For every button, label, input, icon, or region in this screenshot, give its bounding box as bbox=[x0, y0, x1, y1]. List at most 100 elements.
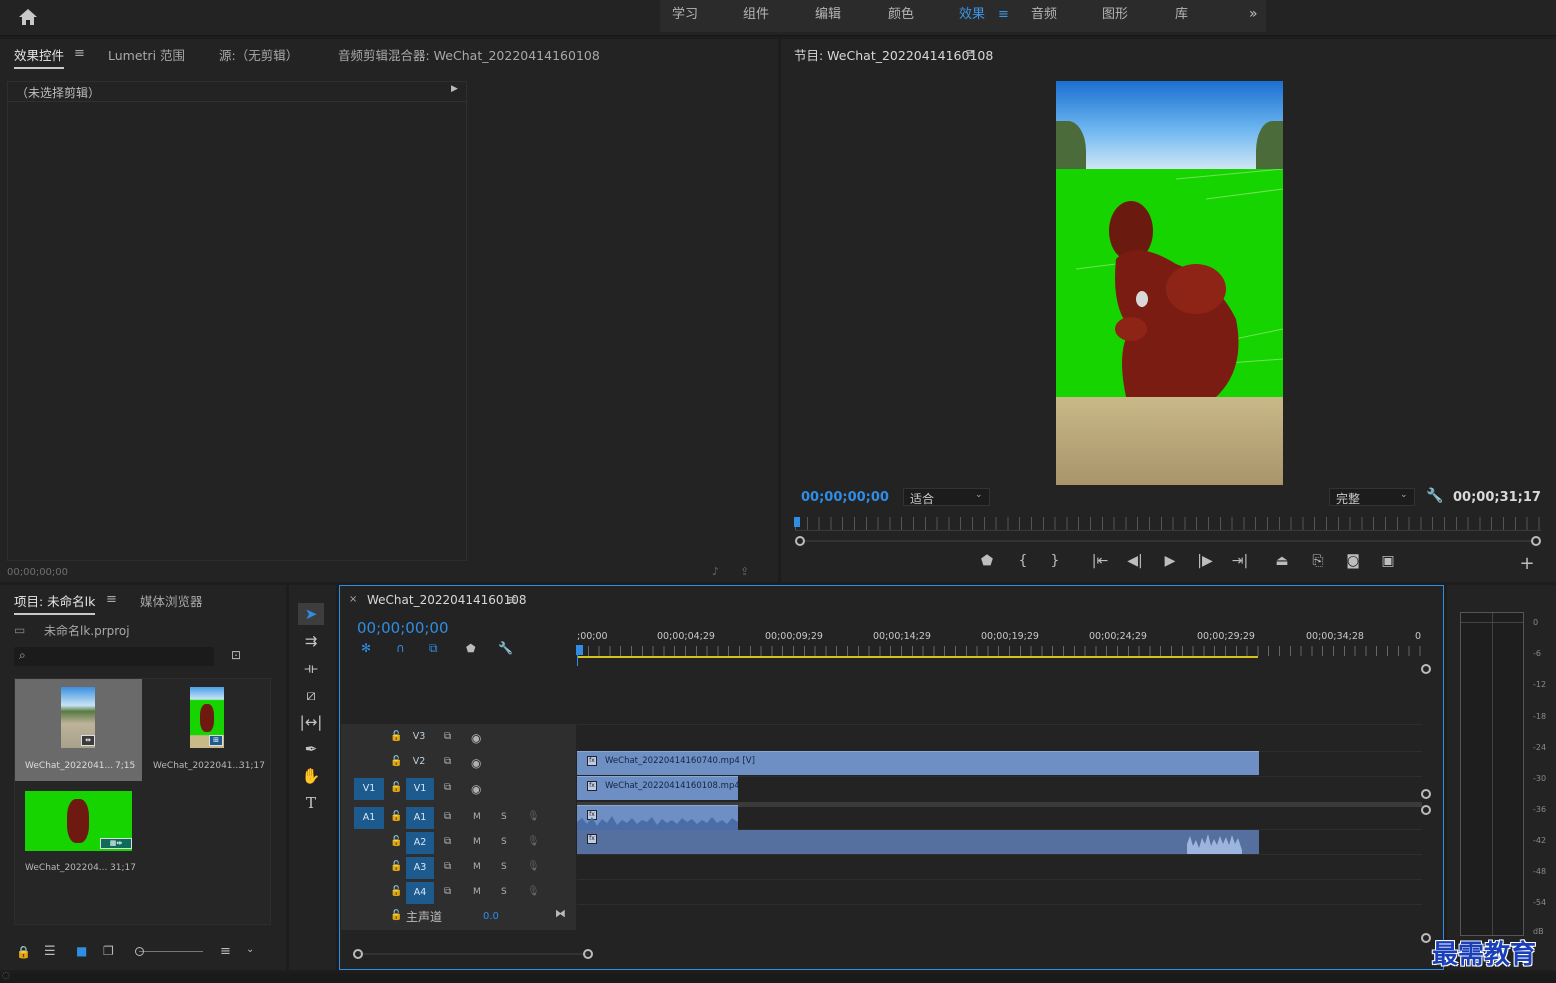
video-clip-v1[interactable]: fx WeChat_20220414160108.mp4 bbox=[577, 776, 740, 800]
lock-icon[interactable]: 🔓 bbox=[390, 910, 402, 921]
project-item[interactable]: ⇹ WeChat_2022041... 7;15 bbox=[15, 679, 142, 781]
sync-lock-icon[interactable]: ⧉ bbox=[444, 886, 451, 897]
add-marker-icon[interactable]: ⬟ bbox=[977, 553, 997, 569]
vertical-scroll-handle[interactable] bbox=[1421, 933, 1431, 943]
zoom-slider-handle[interactable] bbox=[135, 947, 144, 956]
tab-lumetri-scopes[interactable]: Lumetri 范围 bbox=[108, 45, 185, 64]
ripple-edit-tool-icon[interactable]: ⟛ bbox=[298, 657, 324, 679]
workspace-tab-effects[interactable]: 效果 bbox=[959, 0, 985, 32]
sync-lock-icon[interactable]: ⧉ bbox=[444, 836, 451, 847]
program-zoom-scrollbar[interactable] bbox=[795, 535, 1541, 547]
audio-clip-a1[interactable]: fx bbox=[577, 805, 738, 830]
workspace-tab-audio[interactable]: 音频 bbox=[1031, 0, 1057, 32]
tab-audio-clip-mixer[interactable]: 音频剪辑混合器: WeChat_20220414160108 bbox=[338, 45, 600, 64]
hand-tool-icon[interactable]: ✋ bbox=[298, 765, 324, 787]
icon-view-icon[interactable]: ■ bbox=[76, 944, 87, 958]
eye-icon[interactable]: ◉ bbox=[471, 731, 481, 745]
timeline-timecode[interactable]: 00;00;00;00 bbox=[357, 619, 449, 637]
go-to-out-icon[interactable]: ⇥| bbox=[1230, 553, 1250, 569]
video-clip-v2[interactable]: fx WeChat_20220414160740.mp4 [V] bbox=[577, 751, 1259, 775]
track-select-tool-icon[interactable]: ⇉ bbox=[298, 630, 324, 652]
mute-button[interactable]: M bbox=[473, 862, 481, 872]
type-tool-icon[interactable]: T bbox=[298, 792, 324, 814]
scrollbar-right-handle[interactable] bbox=[1531, 536, 1541, 546]
scrollbar-right-handle[interactable] bbox=[583, 949, 593, 959]
source-patch-a1[interactable]: A1 bbox=[354, 807, 384, 829]
step-forward-icon[interactable]: |▶ bbox=[1195, 553, 1215, 569]
workspace-tab-learn[interactable]: 学习 bbox=[672, 0, 698, 32]
go-to-in-icon[interactable]: |⇤ bbox=[1090, 553, 1110, 569]
lift-icon[interactable]: ⏏ bbox=[1272, 553, 1292, 569]
track-target-a1[interactable]: A1 bbox=[406, 807, 434, 829]
hamburger-icon[interactable]: ≡ bbox=[74, 46, 85, 61]
hamburger-icon[interactable]: ≡ bbox=[106, 592, 117, 607]
vertical-scroll-handle[interactable] bbox=[1421, 805, 1431, 815]
workspace-tab-color[interactable]: 颜色 bbox=[888, 0, 914, 32]
sync-lock-icon[interactable]: ⧉ bbox=[444, 782, 451, 793]
mark-in-icon[interactable]: { bbox=[1013, 553, 1033, 569]
program-mini-ruler[interactable] bbox=[795, 517, 1541, 531]
tab-media-browser[interactable]: 媒体浏览器 bbox=[140, 591, 203, 610]
hamburger-icon[interactable]: ≡ bbox=[965, 46, 976, 61]
lock-icon[interactable]: 🔓 bbox=[390, 886, 402, 897]
solo-button[interactable]: S bbox=[501, 812, 507, 822]
track-target-v3[interactable]: V3 bbox=[408, 728, 430, 746]
microphone-icon[interactable]: 🎙 bbox=[527, 836, 540, 847]
chevron-down-icon[interactable]: ⌄ bbox=[246, 944, 254, 955]
time-ruler[interactable]: ;00;00 00;00;04;29 00;00;09;29 00;00;14;… bbox=[577, 626, 1422, 658]
timeline-horizontal-scrollbar[interactable] bbox=[353, 948, 593, 960]
solo-button[interactable]: S bbox=[501, 862, 507, 872]
master-volume-value[interactable]: 0.0 bbox=[483, 911, 499, 922]
go-to-end-icon[interactable]: ⧓ bbox=[555, 907, 566, 920]
sync-lock-icon[interactable]: ⧉ bbox=[444, 756, 451, 767]
workspace-tab-assembly[interactable]: 组件 bbox=[743, 0, 769, 32]
step-back-icon[interactable]: ◀| bbox=[1125, 553, 1145, 569]
comparison-view-icon[interactable]: ▣ bbox=[1378, 553, 1398, 569]
project-item[interactable]: ⊞ WeChat_2022041... 31;17 bbox=[143, 679, 270, 781]
project-item[interactable]: ▦⇹ WeChat_202204... 31;17 bbox=[15, 783, 142, 885]
slip-tool-icon[interactable]: |↔| bbox=[298, 711, 324, 733]
home-icon[interactable] bbox=[18, 8, 38, 26]
track-target-a3[interactable]: A3 bbox=[406, 857, 434, 879]
nest-toggle-icon[interactable]: ✻ bbox=[361, 641, 371, 655]
track-target-a2[interactable]: A2 bbox=[406, 832, 434, 854]
scrollbar-left-handle[interactable] bbox=[353, 949, 363, 959]
search-field[interactable]: ⌕ bbox=[14, 647, 214, 666]
freeform-view-icon[interactable]: ❐ bbox=[103, 944, 114, 958]
new-bin-search-icon[interactable]: ⊡ bbox=[231, 648, 241, 662]
lock-icon[interactable]: 🔓 bbox=[390, 861, 402, 872]
plus-icon[interactable]: + bbox=[1517, 553, 1537, 574]
lock-icon[interactable]: 🔓 bbox=[390, 731, 402, 742]
workspace-tab-editing[interactable]: 编辑 bbox=[815, 0, 841, 32]
mute-button[interactable]: M bbox=[473, 837, 481, 847]
search-input[interactable] bbox=[36, 648, 206, 664]
eye-icon[interactable]: ◉ bbox=[471, 756, 481, 770]
sync-lock-icon[interactable]: ⧉ bbox=[444, 731, 451, 742]
selection-tool-icon[interactable]: ➤ bbox=[298, 603, 324, 625]
linked-selection-icon[interactable]: ⧉ bbox=[429, 641, 438, 656]
hamburger-icon[interactable]: ≡ bbox=[506, 593, 517, 608]
vertical-scroll-handle[interactable] bbox=[1421, 789, 1431, 799]
lock-icon[interactable]: 🔓 bbox=[390, 782, 402, 793]
quality-select[interactable]: 完整 ⌄ bbox=[1329, 488, 1415, 506]
mark-out-icon[interactable]: } bbox=[1045, 553, 1065, 569]
sync-lock-icon[interactable]: ⧉ bbox=[444, 861, 451, 872]
microphone-icon[interactable]: 🎙 bbox=[527, 811, 540, 822]
camera-icon[interactable]: ◙ bbox=[1343, 553, 1363, 569]
play-icon[interactable]: ▶ bbox=[1160, 553, 1180, 569]
track-target-a4[interactable]: A4 bbox=[406, 882, 434, 904]
razor-tool-icon[interactable]: ⧄ bbox=[298, 684, 324, 706]
tab-source[interactable]: 源:（无剪辑） bbox=[219, 45, 298, 64]
sync-lock-icon[interactable]: ⧉ bbox=[444, 811, 451, 822]
lock-icon[interactable]: 🔓 bbox=[390, 811, 402, 822]
extract-icon[interactable]: ⎘ bbox=[1308, 553, 1328, 569]
vertical-scroll-handle[interactable] bbox=[1421, 664, 1431, 674]
lock-icon[interactable]: 🔓 bbox=[390, 756, 402, 767]
lock-icon[interactable]: 🔓 bbox=[390, 836, 402, 847]
sequence-tab[interactable]: WeChat_20220414160108 bbox=[367, 593, 526, 607]
solo-button[interactable]: S bbox=[501, 887, 507, 897]
track-target-v1[interactable]: V1 bbox=[406, 778, 434, 800]
microphone-icon[interactable]: 🎙 bbox=[527, 886, 540, 897]
workspace-tab-graphics[interactable]: 图形 bbox=[1102, 0, 1128, 32]
filter-audio-icon[interactable]: ♪ bbox=[712, 565, 719, 578]
